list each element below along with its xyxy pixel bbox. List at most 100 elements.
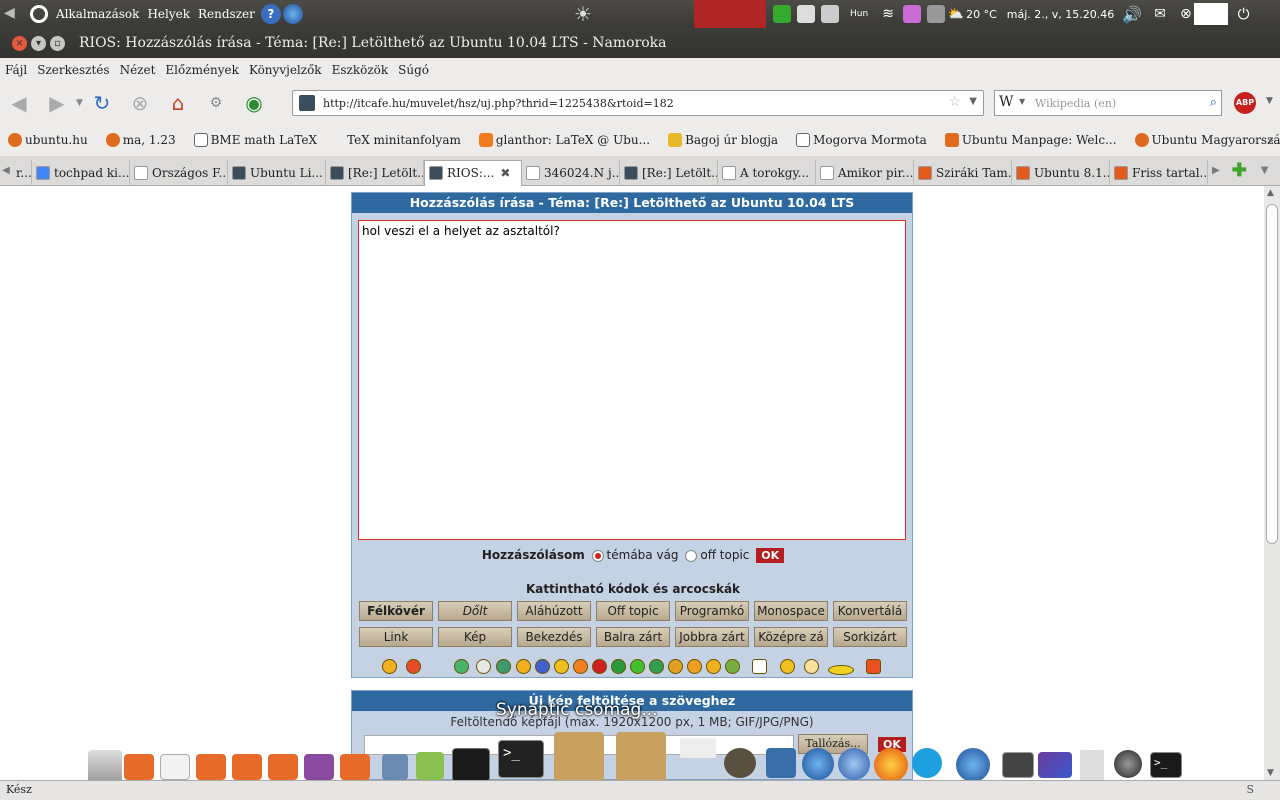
bookmark-star-icon[interactable]: ☆ — [948, 94, 961, 110]
off-topic-label[interactable]: off topic — [700, 548, 749, 562]
thinking-icon[interactable] — [780, 659, 795, 674]
scroll-down-icon[interactable]: ▼ — [1267, 768, 1274, 778]
globe-icon[interactable] — [802, 748, 834, 780]
bookmark-item[interactable]: ubuntu.hu — [8, 133, 88, 147]
code-button[interactable]: Balra zárt — [596, 627, 670, 647]
bookmark-item[interactable]: BME math LaTeX — [193, 133, 317, 147]
menu-bookmarks[interactable]: Könyvjelzők — [249, 63, 322, 77]
code-button[interactable]: Link — [359, 627, 433, 647]
wikipedia-icon[interactable]: W — [999, 94, 1013, 110]
tab-list-dropdown-icon[interactable]: ▼ — [1261, 165, 1269, 176]
embarrassed-icon[interactable] — [573, 659, 588, 674]
code-button[interactable]: Programkó — [675, 601, 749, 621]
bookmark-item[interactable]: glanthor: LaTeX @ Ubu... — [478, 133, 650, 147]
user-box[interactable] — [1193, 3, 1228, 25]
code-button[interactable]: Off topic — [596, 601, 670, 621]
new-tab-icon[interactable]: ✚ — [1232, 160, 1247, 181]
code-button[interactable]: Jobbra zárt — [675, 627, 749, 647]
tabs-scroll-left-icon[interactable]: ◀ — [0, 165, 12, 176]
code-button[interactable]: Bekezdés — [517, 627, 591, 647]
tongue-icon[interactable] — [687, 659, 702, 674]
code-button[interactable]: Aláhúzott — [517, 601, 591, 621]
back-arrow-icon[interactable]: ◀ — [6, 90, 32, 116]
folder-icon[interactable] — [232, 754, 262, 780]
sad-blue-icon[interactable] — [535, 659, 550, 674]
laugh-icon[interactable] — [706, 659, 721, 674]
code-button[interactable]: Konvertálá — [833, 601, 907, 621]
url-bar[interactable]: http://itcafe.hu/muvelet/hsz/uj.php?thri… — [292, 90, 984, 116]
tab[interactable]: [Re:] Letölt... — [326, 159, 424, 186]
scroll-up-icon[interactable]: ▲ — [1267, 188, 1274, 198]
folder-icon[interactable] — [268, 754, 298, 780]
tab[interactable]: A torokgy... — [718, 159, 816, 186]
menu-help[interactable]: Súgó — [398, 63, 429, 77]
system-monitor-icon[interactable] — [452, 748, 490, 782]
bookmark-item[interactable]: TeX minitanfolyam — [347, 133, 461, 147]
forward-arrow-icon[interactable]: ▶ — [44, 90, 70, 116]
tab[interactable]: RIOS:... ✖ — [424, 159, 522, 186]
mail-icon[interactable]: ✉ — [1154, 6, 1166, 22]
menu-history[interactable]: Előzmények — [165, 63, 239, 77]
confused-icon[interactable] — [554, 659, 569, 674]
tab[interactable]: r... — [12, 159, 32, 186]
menu-applications[interactable]: Alkalmazások — [56, 7, 139, 21]
search-bar[interactable]: W ▼ Wikipedia (en) ⌕ — [994, 90, 1222, 116]
help-icon[interactable]: ? — [260, 4, 281, 24]
search-tray-icon[interactable] — [926, 5, 945, 23]
tab[interactable]: tochpad ki... — [32, 159, 130, 186]
keyboard-layout[interactable]: Hun — [850, 9, 868, 19]
on-topic-radio[interactable] — [591, 549, 604, 562]
mouth-icon[interactable] — [649, 659, 664, 674]
wink-icon[interactable] — [668, 659, 683, 674]
close-tab-icon[interactable]: ✖ — [500, 166, 510, 180]
drive-icon[interactable] — [88, 750, 122, 784]
power-icon[interactable]: ⏻ — [1238, 5, 1250, 23]
window-close-button[interactable]: × — [12, 35, 27, 51]
reload-icon[interactable]: ↻ — [89, 90, 115, 116]
download-status-icon[interactable]: ◉ — [241, 90, 267, 116]
ok-button[interactable]: OK — [756, 548, 785, 563]
menu-file[interactable]: Fájl — [5, 63, 27, 77]
menu-system[interactable]: Rendszer — [198, 7, 255, 21]
post-textarea[interactable]: hol veszi el a helyet az asztaltól? — [358, 220, 906, 540]
home-icon[interactable]: ⌂ — [165, 90, 191, 116]
stop-icon[interactable]: ⊗ — [127, 90, 153, 116]
code-button[interactable]: Sorkizárt — [833, 627, 907, 647]
sick-icon[interactable] — [496, 659, 511, 674]
media-disc-icon[interactable] — [1114, 750, 1142, 778]
zombie-icon[interactable] — [725, 659, 740, 674]
url-text[interactable]: http://itcafe.hu/muvelet/hsz/uj.php?thri… — [323, 97, 674, 110]
code-button[interactable]: Monospace — [754, 601, 828, 621]
virtualbox-icon[interactable] — [766, 748, 796, 778]
tab[interactable]: 346024.N j... — [522, 159, 620, 186]
menu-tools[interactable]: Eszközök — [332, 63, 389, 77]
status-s-icon[interactable]: S — [1246, 781, 1254, 799]
bookmark-item[interactable]: Ubuntu Manpage: Welc... — [944, 133, 1117, 147]
tab[interactable]: Ubuntu Li... — [228, 159, 326, 186]
magnifier-icon[interactable] — [797, 5, 815, 23]
search-engine-dropdown-icon[interactable]: ▼ — [1019, 97, 1025, 106]
devil-icon[interactable] — [592, 659, 607, 674]
terminal-icon[interactable]: >_ — [498, 740, 544, 778]
wifi-icon[interactable]: ≋ — [882, 6, 894, 22]
window-maximize-button[interactable]: ▫ — [50, 35, 65, 51]
smile-icon[interactable] — [382, 659, 397, 674]
menu-places[interactable]: Helyek — [147, 7, 190, 21]
web-browser-launcher-icon[interactable] — [282, 4, 303, 24]
sleeping-icon[interactable] — [828, 665, 854, 675]
download-package-icon[interactable] — [554, 732, 604, 782]
code-button[interactable]: Kép — [438, 627, 512, 647]
bookmark-item[interactable]: Bagoj úr blogja — [668, 133, 778, 147]
window-minimize-button[interactable]: ▾ — [31, 35, 46, 51]
terminal-small-icon[interactable]: >_ — [1150, 752, 1182, 778]
volume-icon[interactable]: 🔊 — [1122, 5, 1142, 24]
trash-icon[interactable] — [1080, 750, 1104, 780]
vertical-scrollbar[interactable]: ▲ ▼ — [1264, 186, 1280, 780]
upload-package-icon[interactable] — [616, 732, 666, 782]
menu-view[interactable]: Nézet — [120, 63, 156, 77]
grin-icon[interactable] — [454, 659, 469, 674]
panel-left-arrow-icon[interactable]: ◀ — [4, 5, 15, 21]
history-dropdown-icon[interactable]: ▼ — [76, 98, 83, 108]
database-icon[interactable] — [304, 754, 334, 780]
text-editor-icon[interactable] — [382, 754, 408, 780]
